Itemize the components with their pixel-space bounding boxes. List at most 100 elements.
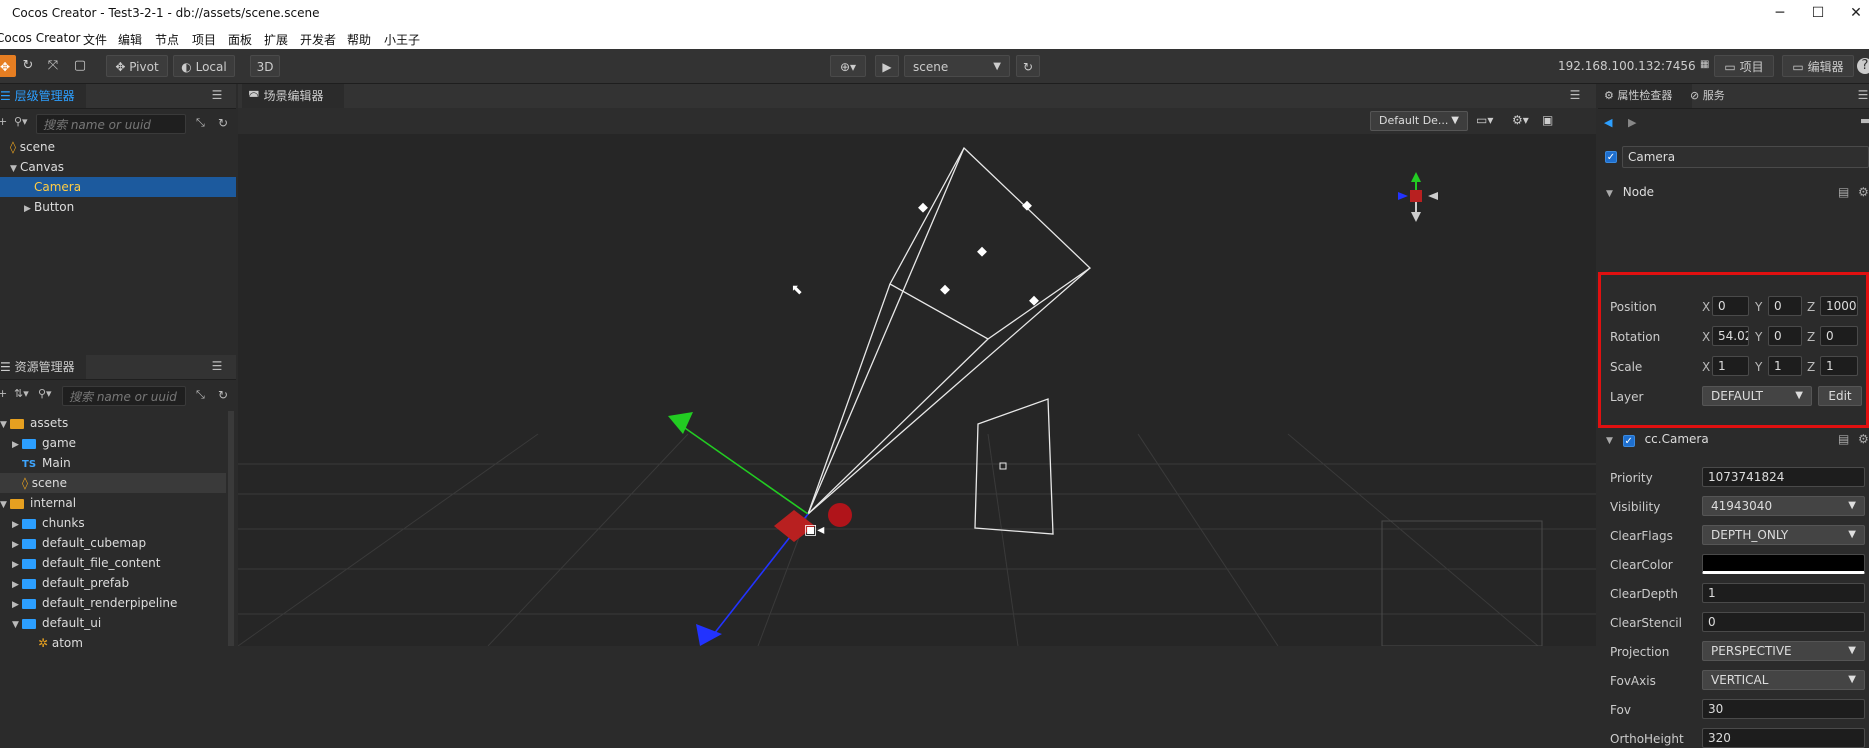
- rect-tool-icon[interactable]: ▢: [72, 58, 88, 74]
- camera-prop-input[interactable]: 30: [1702, 699, 1865, 719]
- chevron-right-icon[interactable]: ▶: [24, 199, 34, 219]
- asset-item[interactable]: ✲ atom: [0, 633, 226, 653]
- asset-item[interactable]: ▶ default_file_content: [0, 553, 226, 573]
- menu-file[interactable]: 文件: [83, 31, 107, 48]
- search-type-icon[interactable]: ⚲▾: [38, 387, 52, 400]
- tab-scene-editor[interactable]: ◚ 场景编辑器: [242, 84, 344, 108]
- snapshot-icon[interactable]: ▣: [1542, 113, 1553, 127]
- editor-button[interactable]: ▭ 编辑器: [1782, 55, 1854, 77]
- hierarchy-node[interactable]: Camera: [0, 177, 236, 197]
- collapse-icon[interactable]: ⤡: [196, 116, 205, 130]
- camera-prop-input[interactable]: 0: [1702, 612, 1865, 632]
- camera-enabled-checkbox[interactable]: ✓: [1622, 435, 1635, 447]
- camera-prop-select[interactable]: DEPTH_ONLY ▼: [1702, 525, 1865, 545]
- lock-icon[interactable]: ▬: [1860, 114, 1869, 127]
- chevron-down-icon[interactable]: ▼: [12, 615, 22, 635]
- close-button[interactable]: ✕: [1846, 4, 1866, 22]
- tab-service[interactable]: ⊘ 服务: [1684, 84, 1736, 108]
- rotation-y-input[interactable]: 0: [1768, 326, 1802, 346]
- gizmo-z-arrow[interactable]: [696, 624, 722, 646]
- chevron-down-icon[interactable]: ▼: [10, 159, 20, 179]
- tab-assets[interactable]: ☰ 资源管理器: [0, 355, 86, 379]
- asset-item[interactable]: ▶ default_cubemap: [0, 533, 226, 553]
- menu-app[interactable]: Cocos Creator: [0, 31, 81, 45]
- menu-extension[interactable]: 扩展: [264, 31, 288, 48]
- layer-select[interactable]: DEFAULT ▼: [1702, 386, 1812, 406]
- rotate-tool-icon[interactable]: ↻: [20, 58, 36, 74]
- menu-node[interactable]: 节点: [155, 31, 179, 48]
- scale-tool-icon[interactable]: ⤧: [45, 58, 61, 74]
- move-tool-icon[interactable]: ✥: [0, 55, 16, 77]
- node-name-input[interactable]: Camera: [1622, 146, 1869, 168]
- asset-item[interactable]: ▶ chunks: [0, 513, 226, 533]
- rotation-x-input[interactable]: 54.02: [1712, 326, 1749, 346]
- layer-visibility-select[interactable]: Default De... ▼: [1370, 111, 1468, 131]
- menu-panel[interactable]: 面板: [228, 31, 252, 48]
- maximize-button[interactable]: ☐: [1808, 4, 1828, 22]
- play-button[interactable]: ▶: [875, 55, 899, 77]
- back-arrow-icon[interactable]: ◀: [1604, 116, 1612, 129]
- menu-icon[interactable]: ☰: [1568, 88, 1582, 102]
- camera-prop-select[interactable]: 41943040 ▼: [1702, 496, 1865, 516]
- camera-prop-input[interactable]: 1: [1702, 583, 1865, 603]
- scale-x-input[interactable]: 1: [1712, 356, 1749, 376]
- chevron-right-icon[interactable]: ▶: [12, 595, 22, 615]
- qr-code-icon[interactable]: ▦: [1700, 59, 1709, 70]
- menu-help[interactable]: 帮助: [347, 31, 371, 48]
- refresh-icon[interactable]: ↻: [218, 388, 228, 402]
- minimize-button[interactable]: ─: [1770, 4, 1790, 22]
- camera-prop-color[interactable]: [1702, 554, 1865, 574]
- orientation-gizmo-icon[interactable]: [1398, 172, 1438, 222]
- add-node-icon[interactable]: +: [0, 115, 7, 128]
- layer-edit-button[interactable]: Edit: [1818, 386, 1862, 406]
- doc-icon[interactable]: ▤: [1838, 428, 1849, 450]
- forward-arrow-icon[interactable]: ▶: [1628, 116, 1636, 129]
- scale-z-input[interactable]: 1: [1820, 356, 1858, 376]
- mode-3d-button[interactable]: 3D: [250, 55, 280, 77]
- search-type-icon[interactable]: ⚲▾: [14, 115, 28, 128]
- gizmo-x-handle[interactable]: [828, 503, 852, 527]
- asset-item[interactable]: TS Main: [0, 453, 226, 473]
- assets-scrollbar[interactable]: [228, 411, 234, 646]
- menu-icon[interactable]: ☰: [210, 359, 224, 373]
- chevron-right-icon[interactable]: ▶: [12, 575, 22, 595]
- help-icon[interactable]: ?: [1857, 58, 1869, 74]
- preview-ip[interactable]: 192.168.100.132:7456: [1558, 59, 1696, 73]
- tab-hierarchy[interactable]: ☰ 层级管理器: [0, 84, 86, 108]
- camera-prop-input[interactable]: 1073741824: [1702, 467, 1865, 487]
- tab-inspector[interactable]: ⚙ 属性检查器: [1598, 84, 1692, 108]
- camera-view-icon[interactable]: ▭▾: [1476, 113, 1493, 127]
- gizmo-y-axis[interactable]: [681, 425, 809, 515]
- local-button[interactable]: ◐ Local: [173, 55, 235, 77]
- chevron-down-icon[interactable]: ▼: [0, 415, 10, 435]
- frustum-handles[interactable]: [918, 200, 1039, 306]
- hierarchy-node[interactable]: ▼ Canvas: [0, 157, 236, 177]
- position-z-input[interactable]: 1000: [1820, 296, 1858, 316]
- add-asset-icon[interactable]: +: [0, 387, 7, 400]
- position-y-input[interactable]: 0: [1768, 296, 1802, 316]
- assets-search-input[interactable]: 搜索 name or uuid: [62, 386, 186, 406]
- menu-icon[interactable]: ☰: [210, 88, 224, 102]
- menu-developer[interactable]: 开发者: [300, 31, 336, 48]
- camera-section-header[interactable]: ▼ ✓ cc.Camera ▤ ⚙: [1598, 428, 1869, 450]
- collapse-icon[interactable]: ⤡: [196, 388, 205, 402]
- asset-item[interactable]: ▼ internal: [0, 493, 226, 513]
- menu-edit[interactable]: 编辑: [118, 31, 142, 48]
- sort-icon[interactable]: ⇅▾: [14, 387, 29, 400]
- refresh-icon[interactable]: ↻: [1016, 55, 1040, 77]
- chevron-right-icon[interactable]: ▶: [12, 435, 22, 455]
- asset-item[interactable]: ◊ scene: [0, 473, 226, 493]
- refresh-icon[interactable]: ↻: [218, 116, 228, 130]
- asset-item[interactable]: ▶ default_prefab: [0, 573, 226, 593]
- pivot-button[interactable]: ✥ Pivot: [106, 55, 168, 77]
- chevron-down-icon[interactable]: ▼: [0, 495, 10, 515]
- asset-item[interactable]: ▶ game: [0, 433, 226, 453]
- menu-project[interactable]: 项目: [192, 31, 216, 48]
- platform-globe-icon[interactable]: ⊕▾: [830, 55, 866, 77]
- camera-prop-select[interactable]: PERSPECTIVE ▼: [1702, 641, 1865, 661]
- hierarchy-search-input[interactable]: 搜索 name or uuid: [36, 114, 186, 134]
- menu-user[interactable]: 小王子: [384, 31, 420, 48]
- hierarchy-node[interactable]: ▶ Button: [0, 197, 236, 217]
- menu-icon[interactable]: ☰: [1856, 88, 1869, 102]
- node-active-checkbox[interactable]: ✓: [1605, 151, 1617, 163]
